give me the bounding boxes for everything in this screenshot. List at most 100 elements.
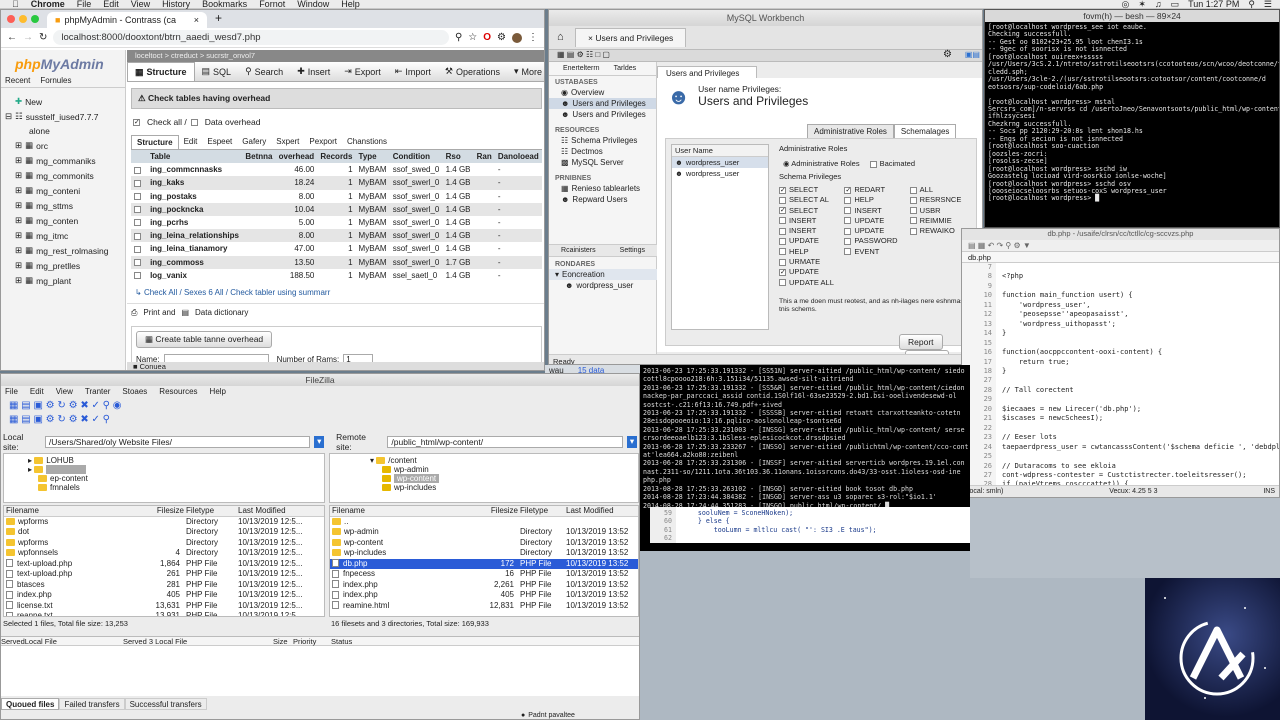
fz-menu-help[interactable]: Help <box>210 387 226 396</box>
nav-users-privileges[interactable]: ☻ Users and Privileges <box>549 98 656 109</box>
close-tab-icon[interactable]: × <box>588 33 593 43</box>
file-row[interactable]: wpfonnsels 4 Directory 10/13/2019 12:5... <box>4 548 324 559</box>
check-all-checkbox[interactable]: ✓ <box>133 118 140 126</box>
main-tab[interactable]: Users and Privileges <box>657 66 757 78</box>
expand-icon[interactable]: ⊞ <box>15 155 22 166</box>
tab-schema-privileges[interactable]: Schemalages <box>893 124 957 139</box>
menu-kebab-icon[interactable]: ⋮ <box>528 32 538 43</box>
row-checkbox[interactable] <box>131 255 148 269</box>
fz-column-header[interactable]: Last Modified <box>564 506 638 516</box>
menu-file[interactable]: File <box>77 0 92 9</box>
row-checkbox[interactable] <box>131 242 147 255</box>
file-row[interactable]: index.php 405 PHP File 10/13/2019 13:52 <box>330 590 638 601</box>
file-row[interactable]: fnpecess 16 PHP File 10/13/2019 13:52 <box>330 569 638 580</box>
nav-econ[interactable]: ▾ Eoncreation <box>549 269 657 280</box>
fz-column-header[interactable]: Filetype <box>184 506 236 516</box>
file-row[interactable]: reamine.html 12,831 PHP File 10/13/2019 13:… <box>330 601 638 612</box>
table-cell[interactable]: ing_postaks <box>147 190 242 203</box>
filezilla-toolbar[interactable]: ▦ ▤ ▣ ⚙ ↻ ⚙ ✖ ✓ ⚲ ◉ ▦ ▤ ▣ ⚙ ↻ ⚙ ✖ ✓ ⚲ <box>1 397 639 435</box>
data-dictionary-link[interactable]: Data dictionary <box>195 308 248 318</box>
breadcrumb[interactable]: loceltoct > ctreduct > sucrstr_onvol7 <box>127 50 544 62</box>
privilege-checkbox[interactable]: USBR <box>909 206 975 216</box>
row-checkbox[interactable] <box>131 176 148 190</box>
fz-column-header[interactable]: Last Modified <box>236 506 322 516</box>
local-site-input[interactable]: /Users/Shared/oly Website Files/ <box>44 436 311 448</box>
radio-bacimated[interactable]: Bacimated <box>869 159 915 168</box>
local-dropdown[interactable]: ▾ <box>314 436 325 448</box>
file-row[interactable]: dot Directory 10/13/2019 12:5... <box>4 527 324 538</box>
file-row[interactable]: wp-includes Directory 10/13/2019 13:52 <box>330 548 638 559</box>
forward-icon[interactable]: → <box>23 32 33 43</box>
create-table-button[interactable]: ▦ Create table tanne overhead <box>136 330 273 348</box>
nav-overview[interactable]: ◉ Overview <box>549 87 656 98</box>
tab-import[interactable]: ⇤ Import <box>388 62 438 81</box>
console-bar[interactable]: ■ Conuea <box>127 362 544 370</box>
table-cell[interactable]: ing_pcrhs <box>147 216 242 229</box>
url-input[interactable]: localhost:8000/dooxtont/btrn_aaedi_wesd7… <box>53 30 449 45</box>
tab-queued[interactable]: Quoued files <box>1 698 60 710</box>
close-tab-icon[interactable]: × <box>194 15 199 25</box>
tree-db[interactable]: ⊟ ☷ susstelf_iused7.7.7 <box>1 109 125 124</box>
layout-icons[interactable]: ▣▤ <box>965 50 980 59</box>
table-row[interactable]: ing_leina_relationships 8.00 1 MyBAM ssof_sw… <box>131 229 542 243</box>
subtab-structure[interactable]: Structure <box>131 135 179 149</box>
privilege-checkbox[interactable]: INSERT <box>844 206 909 216</box>
privilege-checkbox[interactable]: HELP <box>844 195 909 205</box>
extension-icon[interactable]: ⚙ <box>497 32 506 43</box>
privilege-checkbox[interactable]: UPDATE <box>844 216 909 226</box>
table-cell[interactable]: log_vanix <box>147 269 242 282</box>
table-row[interactable]: log_vanix 188.50 1 MyBAM ssel_saetl_0 1.4 GB - <box>131 269 542 282</box>
menu-edit[interactable]: Edit <box>103 0 119 9</box>
table-cell[interactable]: ing_leina_relationships <box>147 229 243 243</box>
file-row[interactable]: wpforms Directory 10/13/2019 12:5... <box>4 538 324 549</box>
privilege-checkbox[interactable]: RESRSNCE <box>909 195 975 205</box>
tree-node[interactable]: ep-content <box>28 474 300 483</box>
column-header[interactable]: Table <box>147 150 243 164</box>
expand-icon[interactable]: ⊞ <box>15 245 22 256</box>
menu-app[interactable]: Chrome <box>31 0 65 9</box>
privilege-checkbox[interactable]: UPDATE <box>844 226 909 236</box>
tree-item[interactable]: ⊞ ▦ mg_conten <box>1 213 125 228</box>
check-all-footer[interactable]: ↳ Check All / Sexes 6 All / Check tabler… <box>127 282 544 303</box>
privilege-checkbox[interactable]: HELP <box>779 247 844 257</box>
privilege-checkbox[interactable]: UPDATE <box>779 236 844 246</box>
user-row[interactable]: ☻ wordpress_user <box>672 168 768 179</box>
fz-menu-server[interactable]: Stoaes <box>122 387 147 396</box>
table-cell[interactable]: ing_kaks <box>147 176 243 190</box>
menu-window[interactable]: Window <box>297 0 329 9</box>
menu-bookmarks[interactable]: Bookmarks <box>202 0 247 9</box>
queue-col[interactable]: Status <box>331 637 391 646</box>
privilege-checkbox[interactable]: ✓ REDART <box>844 185 909 195</box>
file-row[interactable]: btasces 281 PHP File 10/13/2019 12:5... <box>4 580 324 591</box>
tree-node[interactable]: ▾ /content <box>370 456 598 465</box>
row-checkbox[interactable] <box>131 269 147 282</box>
tree-node[interactable]: fmnalels <box>28 483 300 492</box>
battery-icon[interactable]: ▭ <box>1171 0 1180 9</box>
fz-column-header[interactable]: Filesize <box>134 506 184 516</box>
fz-column-header[interactable]: Filesize <box>470 506 518 516</box>
side-bottom-tab[interactable]: Rcainisters <box>561 247 596 254</box>
recent-tab[interactable]: Recent <box>5 76 30 85</box>
nav-repward-users[interactable]: ☻ Repward Users <box>549 194 656 205</box>
side-tab-tables[interactable]: Tarldes <box>614 65 637 72</box>
file-row[interactable]: text-upload.php 261 PHP File 10/13/2019 12:… <box>4 569 324 580</box>
queue-col[interactable]: ServedLocal File <box>1 637 123 646</box>
radio-admin-roles[interactable]: ◉ Administrative Roles <box>783 159 860 168</box>
side-bottom-tab[interactable]: Settings <box>620 247 645 254</box>
collapse-icon[interactable]: ⊟ <box>5 111 12 122</box>
tree-new[interactable]: ✚ New <box>1 94 125 109</box>
row-checkbox[interactable] <box>131 229 148 243</box>
row-checkbox[interactable] <box>131 163 147 176</box>
file-row[interactable]: wpforms Directory 10/13/2019 12:5... <box>4 517 324 528</box>
privilege-checkbox[interactable]: ✓ SELECT <box>779 185 844 195</box>
back-icon[interactable]: ← <box>7 32 17 43</box>
file-row[interactable]: license.txt 13,631 PHP File 10/13/2019 12:5… <box>4 601 324 612</box>
nav-econ-user[interactable]: ☻ wordpress_user <box>549 280 657 291</box>
table-cell[interactable]: ing_leina_tianamory <box>147 242 242 255</box>
privilege-checkbox[interactable]: URMATE <box>779 257 844 267</box>
subtab-chanstions[interactable]: Chanstions <box>342 135 392 149</box>
data-overhead-checkbox[interactable] <box>190 118 198 126</box>
tab-export[interactable]: ⇥ Export <box>337 62 388 81</box>
table-cell[interactable]: ing_commcnnasks <box>147 163 242 176</box>
column-header[interactable]: Danoloead <box>494 150 542 164</box>
